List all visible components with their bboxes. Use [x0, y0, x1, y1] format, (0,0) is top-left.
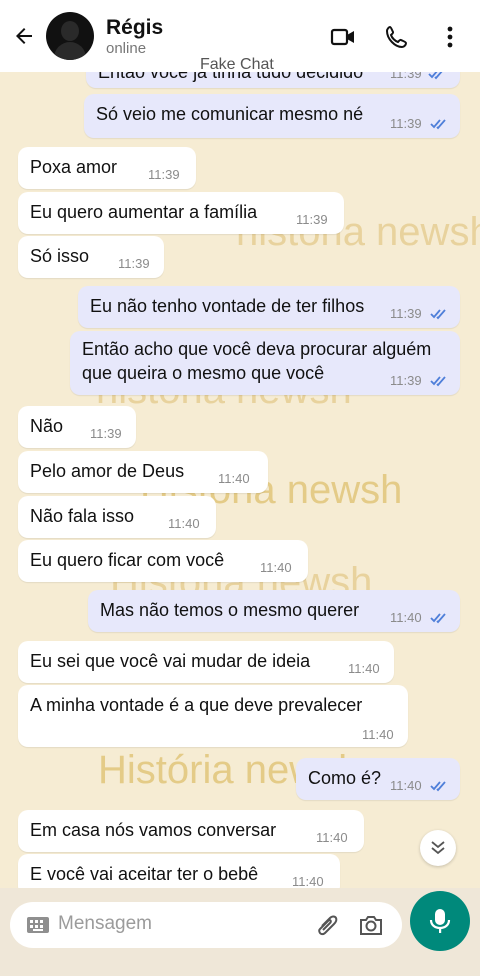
scroll-to-bottom-button[interactable] — [420, 830, 456, 866]
read-ticks-icon — [428, 72, 443, 80]
message-text: A minha vontade é a que deve prevalecer — [30, 695, 363, 715]
more-vert-icon[interactable] — [438, 24, 464, 50]
message-bubble-incoming[interactable]: E você vai aceitar ter o bebê 11:40 — [18, 854, 340, 888]
message-time: 11:40 — [390, 610, 422, 625]
chat-area[interactable]: história newsh história newsh História n… — [0, 72, 480, 888]
double-chevron-down-icon — [431, 841, 445, 855]
message-input[interactable]: Mensagem — [10, 902, 402, 948]
message-bubble-incoming[interactable]: Eu sei que você vai mudar de ideia 11:40 — [18, 641, 394, 683]
message-bubble-incoming[interactable]: Não fala isso 11:40 — [18, 496, 216, 538]
message-text: Como é? — [308, 768, 382, 788]
message-text: Eu quero aumentar a família — [30, 202, 258, 222]
keyboard-icon[interactable] — [26, 916, 50, 934]
message-time: 11:40 — [348, 661, 380, 676]
message-time: 11:40 — [260, 560, 292, 575]
message-text: Só isso — [30, 246, 90, 266]
message-bubble-outgoing[interactable]: Só veio me comunicar mesmo né 11:39 — [84, 94, 460, 138]
message-bubble-incoming[interactable]: A minha vontade é a que deve prevalecer … — [18, 685, 408, 747]
read-ticks-icon — [430, 781, 446, 792]
message-time: 11:40 — [362, 727, 394, 742]
phone-icon[interactable] — [384, 24, 410, 50]
message-text-line2: que queira o mesmo que você — [82, 363, 325, 383]
message-bubble-outgoing[interactable]: Eu não tenho vontade de ter filhos 11:39 — [78, 286, 460, 328]
message-text: Então acho que você deva procurar alguém — [82, 339, 432, 359]
message-bubble-outgoing[interactable]: Então você já tinha tudo decidido 11:39 — [86, 72, 460, 88]
message-text: Eu quero ficar com você — [30, 550, 225, 570]
avatar[interactable] — [46, 12, 94, 60]
message-text: Em casa nós vamos conversar — [30, 820, 277, 840]
message-bubble-incoming[interactable]: Pelo amor de Deus 11:40 — [18, 451, 268, 493]
mic-icon — [429, 909, 451, 933]
message-time: 11:40 — [316, 830, 348, 845]
mic-button[interactable] — [410, 891, 470, 951]
read-ticks-icon — [430, 119, 446, 130]
message-text: Só veio me comunicar mesmo né — [96, 104, 364, 124]
contact-status: online — [106, 40, 147, 57]
message-placeholder: Mensagem — [58, 913, 152, 934]
message-bubble-outgoing[interactable]: Como é? 11:40 — [296, 758, 460, 800]
message-bubble-incoming[interactable]: Em casa nós vamos conversar 11:40 — [18, 810, 364, 852]
message-text: Mas não temos o mesmo querer — [100, 600, 360, 620]
read-ticks-icon — [430, 376, 446, 387]
video-call-icon[interactable] — [330, 24, 356, 50]
message-time: 11:39 — [390, 373, 422, 388]
message-text: Eu não tenho vontade de ter filhos — [90, 296, 365, 316]
message-time: 11:39 — [390, 116, 422, 131]
message-time: 11:39 — [148, 167, 180, 182]
camera-icon[interactable] — [358, 912, 384, 938]
message-text: E você vai aceitar ter o bebê — [30, 864, 259, 884]
message-time: 11:39 — [390, 72, 422, 81]
message-bubble-incoming[interactable]: Poxa amor 11:39 — [18, 147, 196, 189]
contact-name[interactable]: Régis — [106, 16, 163, 40]
message-time: 11:39 — [390, 306, 422, 321]
overlay-title: Fake Chat — [200, 56, 274, 73]
message-time: 11:40 — [168, 516, 200, 531]
message-time: 11:39 — [90, 426, 122, 441]
composer-bar: Mensagem — [0, 888, 480, 976]
back-arrow-icon[interactable] — [12, 24, 36, 48]
message-bubble-incoming[interactable]: Não 11:39 — [18, 406, 136, 448]
read-ticks-icon — [430, 309, 446, 320]
message-bubble-incoming[interactable]: Eu quero aumentar a família 11:39 — [18, 192, 344, 234]
message-text: Poxa amor — [30, 157, 118, 177]
message-time: 11:40 — [390, 778, 422, 793]
message-text: Não fala isso — [30, 506, 135, 526]
message-time: 11:39 — [296, 212, 328, 227]
message-time: 11:40 — [292, 874, 324, 888]
message-text: Não — [30, 416, 64, 436]
message-bubble-incoming[interactable]: Eu quero ficar com você 11:40 — [18, 540, 308, 582]
message-text: Eu sei que você vai mudar de ideia — [30, 651, 311, 671]
message-text: Pelo amor de Deus — [30, 461, 185, 481]
attach-icon[interactable] — [314, 912, 340, 938]
message-bubble-outgoing[interactable]: Mas não temos o mesmo querer 11:40 — [88, 590, 460, 632]
read-ticks-icon — [430, 613, 446, 624]
message-time: 11:40 — [218, 471, 250, 486]
message-bubble-incoming[interactable]: Só isso 11:39 — [18, 236, 164, 278]
message-time: 11:39 — [118, 256, 150, 271]
message-bubble-outgoing[interactable]: Então acho que você deva procurar alguém… — [70, 331, 460, 395]
